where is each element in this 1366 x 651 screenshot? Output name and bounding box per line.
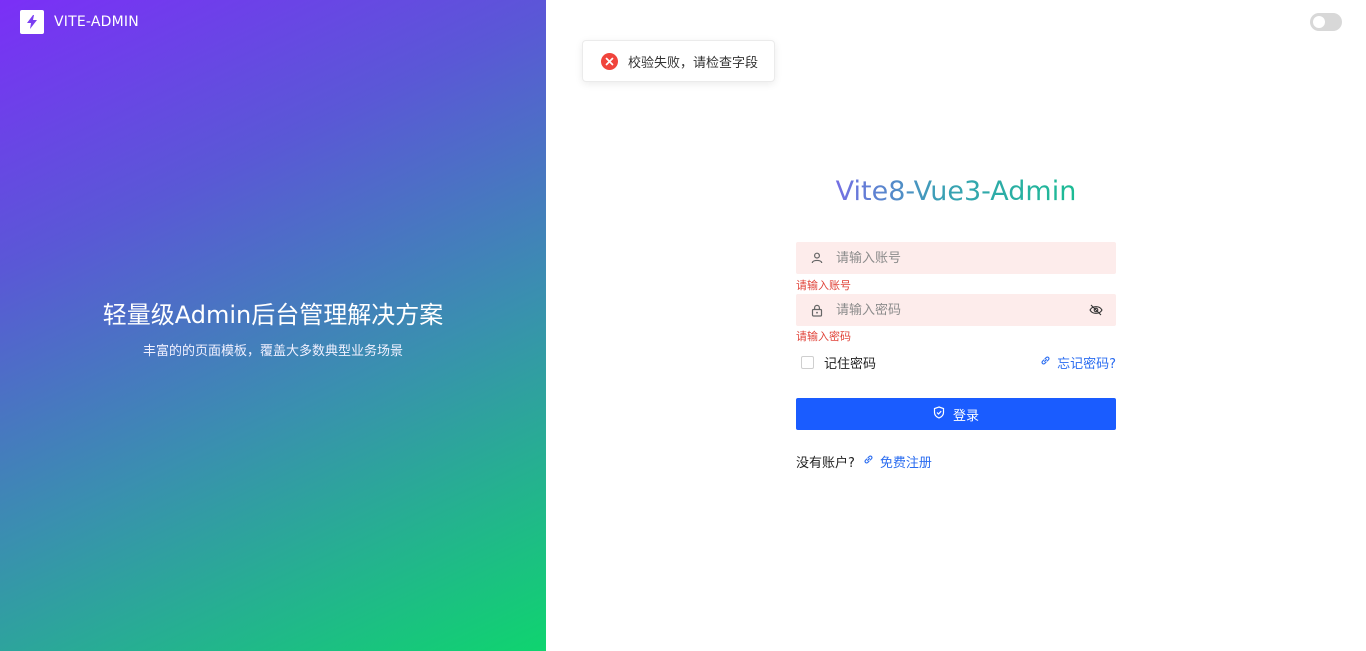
hero: 轻量级Admin后台管理解决方案 丰富的的页面模板，覆盖大多数典型业务场景 xyxy=(0,295,546,359)
hero-subtitle: 丰富的的页面模板，覆盖大多数典型业务场景 xyxy=(142,344,403,359)
username-error: 请输入账号 xyxy=(796,279,851,292)
signup-row: 没有账户? 免费注册 xyxy=(796,452,932,471)
login-title: Vite8-Vue3-Admin xyxy=(796,176,1116,207)
remember-label: 记住密码 xyxy=(824,357,877,372)
toggle-knob xyxy=(1313,16,1325,28)
username-field[interactable] xyxy=(796,242,1116,274)
shield-icon xyxy=(933,405,945,423)
forgot-password-link[interactable]: 忘记密码? xyxy=(1040,353,1116,372)
toast-message: 校验失败，请检查字段 xyxy=(628,55,759,71)
password-input[interactable] xyxy=(836,302,1088,318)
user-icon xyxy=(810,251,824,265)
link-icon xyxy=(863,454,874,469)
username-input[interactable] xyxy=(836,250,1104,266)
password-error: 请输入密码 xyxy=(796,330,851,343)
error-toast: 校验失败，请检查字段 xyxy=(582,40,776,82)
login-button[interactable]: 登录 xyxy=(796,398,1116,430)
forgot-password-label: 忘记密码? xyxy=(1057,357,1116,372)
brand-name: VITE-ADMIN xyxy=(54,14,139,30)
hero-title: 轻量级Admin后台管理解决方案 xyxy=(102,301,444,329)
left-hero-panel: VITE-ADMIN 轻量级Admin后台管理解决方案 丰富的的页面模板，覆盖大… xyxy=(0,0,546,651)
eye-off-icon[interactable] xyxy=(1088,302,1104,318)
link-icon xyxy=(1040,355,1051,370)
no-account-label: 没有账户? xyxy=(796,456,855,471)
login-button-label: 登录 xyxy=(952,408,979,424)
theme-toggle[interactable] xyxy=(1310,13,1342,31)
register-label: 免费注册 xyxy=(879,456,932,471)
brand[interactable]: VITE-ADMIN xyxy=(20,10,139,34)
lock-icon xyxy=(810,303,824,317)
remember-checkbox[interactable] xyxy=(801,356,814,369)
remember-password[interactable]: 记住密码 xyxy=(801,353,876,372)
password-field[interactable] xyxy=(796,294,1116,326)
register-link[interactable]: 免费注册 xyxy=(863,452,932,471)
error-circle-icon xyxy=(601,52,618,70)
bolt-icon xyxy=(20,10,44,34)
